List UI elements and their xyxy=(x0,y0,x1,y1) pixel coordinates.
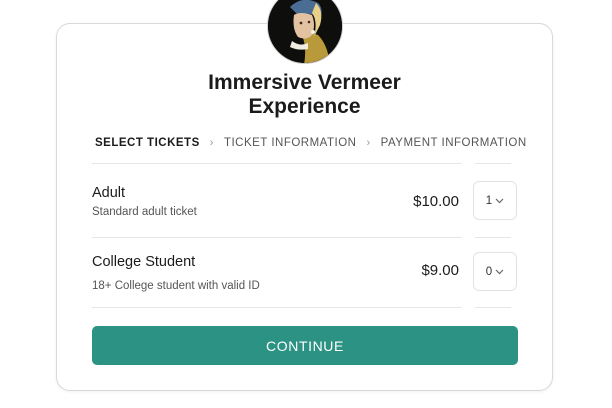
checkout-steps: SELECT TICKETS › TICKET INFORMATION › PA… xyxy=(95,135,527,151)
event-title: Immersive Vermeer Experience xyxy=(56,71,553,119)
ticket-name: College Student xyxy=(92,254,196,270)
divider xyxy=(92,163,462,164)
ticket-description: Standard adult ticket xyxy=(92,206,197,218)
step-select-tickets[interactable]: SELECT TICKETS xyxy=(95,137,200,149)
divider xyxy=(475,163,511,164)
event-title-line1: Immersive Vermeer xyxy=(208,71,401,94)
divider xyxy=(92,307,462,308)
ticket-price: $10.00 xyxy=(413,193,459,210)
quantity-select[interactable]: 1 xyxy=(473,181,517,220)
event-title-line2: Experience xyxy=(248,95,361,118)
ticket-price: $9.00 xyxy=(421,262,459,279)
chevron-down-icon xyxy=(495,269,504,274)
ticket-name: Adult xyxy=(92,185,126,201)
quantity-select[interactable]: 0 xyxy=(473,252,517,291)
step-ticket-information[interactable]: TICKET INFORMATION xyxy=(224,137,357,149)
chevron-right-icon: › xyxy=(209,137,214,149)
quantity-value: 1 xyxy=(485,194,493,207)
chevron-right-icon: › xyxy=(366,137,371,149)
divider xyxy=(92,237,462,238)
quantity-value: 0 xyxy=(485,265,493,278)
continue-button[interactable]: CONTINUE xyxy=(92,326,518,365)
divider xyxy=(475,237,511,238)
chevron-down-icon xyxy=(495,198,504,203)
divider xyxy=(475,307,511,308)
step-payment-information[interactable]: PAYMENT INFORMATION xyxy=(381,137,527,149)
ticket-description: 18+ College student with valid ID xyxy=(92,280,260,292)
